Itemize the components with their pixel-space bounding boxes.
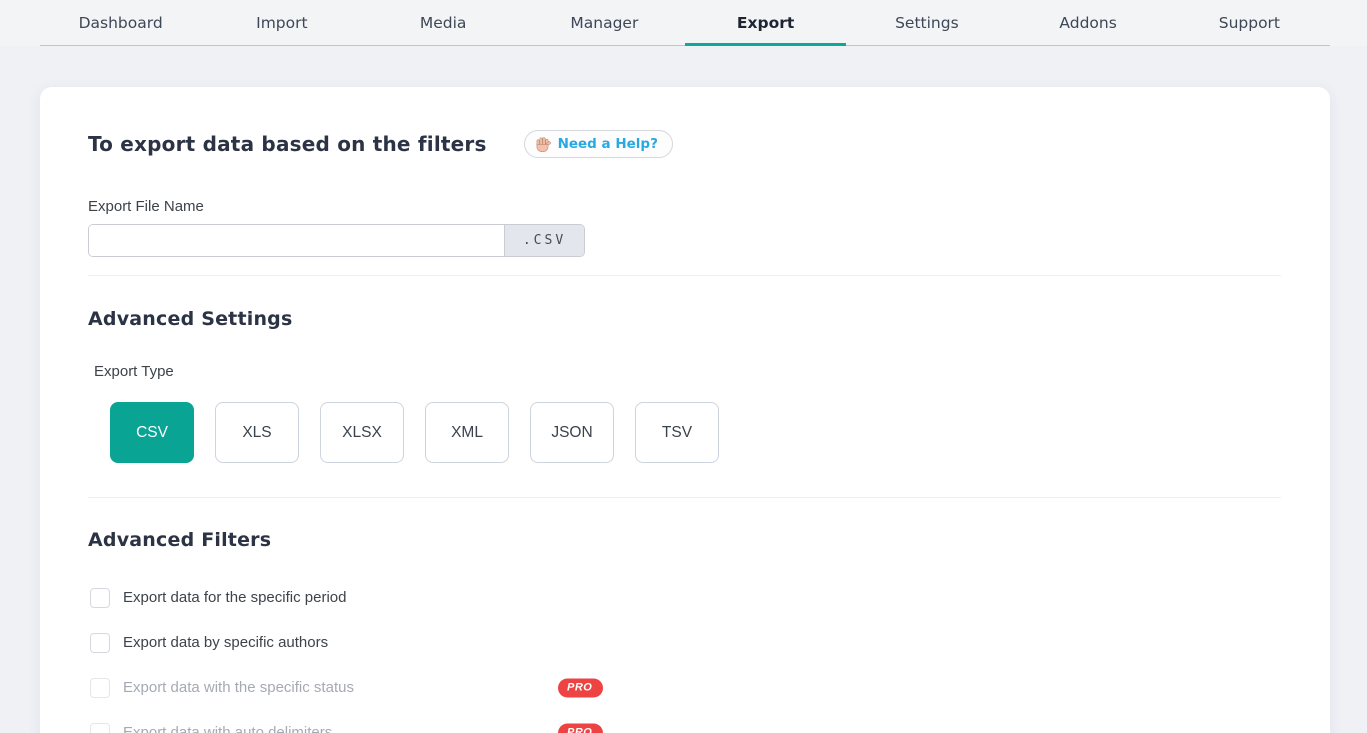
top-nav-tabs: DashboardImportMediaManagerExportSetting… — [40, 0, 1330, 46]
raised-hand-icon — [534, 136, 551, 153]
filter-row: Export data with auto delimiters PRO — [88, 710, 1281, 733]
filter-row: Export data with the specific status PRO — [88, 665, 1281, 710]
export-file-name-input[interactable] — [89, 225, 504, 256]
export-file-name-group: .CSV — [88, 224, 585, 257]
pro-badge: PRO — [558, 678, 603, 697]
file-extension-suffix: .CSV — [504, 225, 584, 256]
filter-label: Export data by specific authors — [123, 634, 328, 651]
main-content: To export data based on the filters — [0, 87, 1367, 733]
export-file-name-label: Export File Name — [88, 198, 1281, 215]
page-title: To export data based on the filters — [88, 132, 487, 156]
advanced-settings-heading: Advanced Settings — [88, 308, 1281, 330]
tab-export[interactable]: Export — [685, 0, 846, 46]
filter-row: Export data for the specific period — [88, 575, 1281, 620]
filter-checkbox[interactable] — [90, 633, 110, 653]
export-type-label: Export Type — [94, 363, 1281, 380]
export-type-json-button[interactable]: JSON — [530, 402, 614, 463]
tab-addons[interactable]: Addons — [1008, 0, 1169, 46]
export-type-tsv-button[interactable]: TSV — [635, 402, 719, 463]
export-type-xlsx-button[interactable]: XLSX — [320, 402, 404, 463]
export-type-xls-button[interactable]: XLS — [215, 402, 299, 463]
title-row: To export data based on the filters — [88, 130, 1281, 158]
pro-badge: PRO — [558, 723, 603, 733]
tab-import[interactable]: Import — [201, 0, 362, 46]
tab-media[interactable]: Media — [363, 0, 524, 46]
filter-checkbox — [90, 723, 110, 733]
advanced-filters-list: Export data for the specific period Expor… — [88, 575, 1281, 733]
filter-row: Export data by specific authors — [88, 620, 1281, 665]
top-nav: DashboardImportMediaManagerExportSetting… — [0, 0, 1367, 46]
filter-label: Export data with the specific status — [123, 679, 354, 696]
tab-support[interactable]: Support — [1169, 0, 1330, 46]
divider — [88, 275, 1281, 276]
need-help-label: Need a Help? — [558, 136, 658, 152]
need-help-button[interactable]: Need a Help? — [524, 130, 673, 158]
filter-checkbox — [90, 678, 110, 698]
filter-label: Export data with auto delimiters — [123, 724, 332, 733]
export-card: To export data based on the filters — [40, 87, 1330, 733]
tab-settings[interactable]: Settings — [846, 0, 1007, 46]
export-type-options: CSV XLS XLSX XML JSON TSV — [110, 402, 1281, 463]
export-type-xml-button[interactable]: XML — [425, 402, 509, 463]
advanced-filters-heading: Advanced Filters — [88, 529, 1281, 551]
filter-label: Export data for the specific period — [123, 589, 346, 606]
filter-checkbox[interactable] — [90, 588, 110, 608]
divider — [88, 497, 1281, 498]
tab-manager[interactable]: Manager — [524, 0, 685, 46]
export-type-csv-button[interactable]: CSV — [110, 402, 194, 463]
tab-dashboard[interactable]: Dashboard — [40, 0, 201, 46]
